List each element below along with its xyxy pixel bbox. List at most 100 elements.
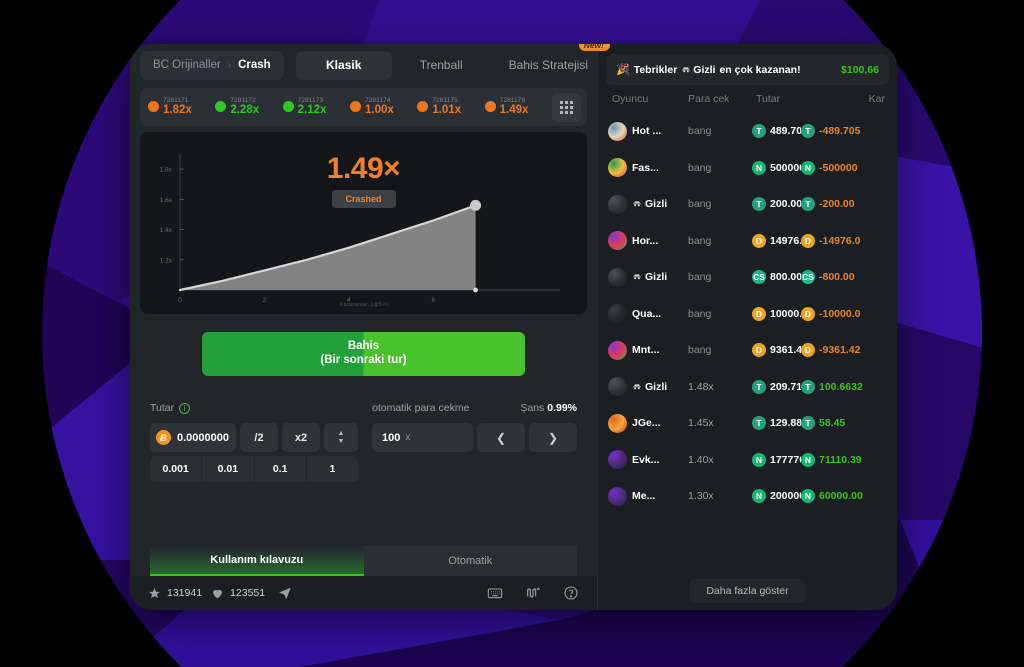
cell-amount: CS 800.00 — [746, 270, 801, 285]
tab-klasik[interactable]: Klasik — [295, 50, 392, 80]
round-history-item[interactable]: 7281172 2.28x — [215, 97, 282, 116]
currency-icon: N — [801, 452, 815, 467]
quick-amount-button[interactable]: 0.1 — [253, 456, 306, 482]
bet-button[interactable]: Bahis (Bir sonraki tur) — [202, 332, 525, 376]
tab-kullanim-kilavuzu[interactable]: Kullanım kılavuzu — [150, 546, 364, 576]
round-history-item[interactable]: 7281176 1.49x — [484, 97, 552, 116]
player-name: Hor... — [632, 234, 659, 247]
currency-icon: N — [752, 452, 766, 467]
amount-value: 14976.00 — [770, 234, 801, 247]
player-name: Gizli — [632, 381, 667, 393]
chevron-left-icon[interactable]: ❮ — [477, 423, 525, 452]
heart-icon — [211, 587, 224, 600]
help-circle-icon[interactable] — [563, 585, 579, 601]
profit-value: -500000 — [819, 161, 858, 174]
cell-profit: D -9361.42 — [801, 343, 885, 358]
app-window: BC Orijinaller › Crash Klasik Trenball B… — [130, 44, 897, 610]
chart-footnote: Kazananlar: 1@5.41 — [340, 302, 390, 308]
keyboard-icon[interactable] — [487, 585, 503, 601]
crash-chart: 1.49× Crashed 1.2x 1.4x 1.6x 1.8x 0246 Kaza… — [140, 132, 587, 314]
likes-stat[interactable]: 123551 — [211, 587, 265, 600]
table-row[interactable]: Mnt...bangD9361.42D-9361.42 — [598, 332, 897, 369]
amount-input[interactable]: Ƀ 0.0000000 — [150, 423, 236, 452]
amount-stepper[interactable]: ▲ ▼ — [324, 423, 358, 452]
incognito-icon — [632, 381, 642, 393]
breadcrumb-root[interactable]: BC Orijinaller — [153, 59, 221, 71]
currency-icon: N — [801, 489, 815, 504]
incognito-icon — [632, 198, 642, 210]
currency-icon: N — [752, 489, 766, 504]
player-name: Fas... — [632, 161, 659, 174]
table-row[interactable]: Gizli1.48xT209.7152T100.6632 — [598, 369, 897, 406]
cell-player: Gizli — [608, 267, 688, 287]
breadcrumb-current: Crash — [238, 59, 271, 71]
round-result-dot — [148, 101, 159, 113]
round-result-dot — [484, 101, 496, 113]
table-row[interactable]: Qua...bangD10000.00D-10000.0 — [598, 296, 897, 333]
table-row[interactable]: Hor...bangD14976.00D-14976.0 — [598, 223, 897, 260]
cell-cashout: 1.40x — [688, 453, 714, 466]
round-history-item[interactable]: 7281171 1.82x — [148, 97, 215, 116]
cell-cashout: 1.48x — [688, 380, 714, 393]
player-name: Gizli — [632, 271, 667, 283]
cell-profit: N -500000 — [801, 160, 885, 175]
halve-amount-button[interactable]: /2 — [240, 423, 278, 452]
info-icon[interactable]: i — [179, 402, 191, 414]
grid-dots-icon[interactable] — [552, 92, 581, 122]
profit-value: -489.705 — [819, 125, 861, 138]
currency-icon: T — [801, 379, 815, 394]
leaderboard-rows: Hot ...bangT489.705T-489.705Fas...bangN5… — [598, 113, 897, 572]
quick-amount-button[interactable]: 1 — [305, 456, 358, 482]
round-history-item[interactable]: 7281174 1.00x — [349, 97, 417, 116]
tab-otomatik-label: Otomatik — [448, 555, 493, 567]
status-bar-right — [487, 585, 579, 601]
chance-value: 0.99% — [547, 402, 577, 414]
paper-plane-icon[interactable] — [278, 586, 292, 600]
star-icon — [148, 587, 161, 600]
tab-trenball[interactable]: Trenball — [402, 51, 481, 80]
avatar — [608, 377, 627, 397]
auto-cashout-label: otomatik para cekme — [372, 402, 470, 414]
round-history-item[interactable]: 7281173 2.12x — [282, 97, 350, 116]
tab-bahis-stratejisi[interactable]: Bahis Stratejisi New! — [491, 44, 610, 80]
table-row[interactable]: JGe...1.45xT129.8889T58.45 — [598, 405, 897, 442]
chevron-right-icon[interactable]: ❯ — [529, 423, 577, 452]
player-name: Gizli — [632, 198, 667, 210]
breadcrumb[interactable]: BC Orijinaller › Crash — [140, 50, 284, 80]
auto-cashout-controls: otomatik para cekme Şans 0.99% 100 x ❮ ❯ — [358, 400, 577, 482]
round-multiplier: 1.01x — [432, 104, 462, 117]
quick-amount-button[interactable]: 0.001 — [150, 456, 202, 482]
tab-otomatik[interactable]: Otomatik — [363, 546, 577, 576]
table-row[interactable]: Gizli bang CS 800.00 CS -800.00 — [598, 259, 897, 296]
player-name: Evk... — [632, 453, 660, 466]
profit-value: -800.00 — [819, 271, 855, 284]
round-history-item[interactable]: 7281175 1.01x — [417, 97, 484, 116]
cell-cashout: bang — [688, 344, 712, 357]
double-amount-button[interactable]: x2 — [282, 423, 320, 452]
favorites-stat[interactable]: 131941 — [148, 587, 202, 600]
quick-amount-row: 0.001 0.01 0.1 1 — [150, 456, 358, 482]
table-row[interactable]: Me...1.30xN200000.0N60000.00 — [598, 478, 897, 515]
cell-amount: D 9361.42 — [746, 343, 801, 358]
bet-panel: Bahis (Bir sonraki tur) Tutar i Ƀ 0.0000… — [130, 314, 597, 576]
table-row[interactable]: Evk...1.40xN177776.0N71110.39 — [598, 442, 897, 479]
round-result-dot — [417, 101, 429, 113]
avatar — [608, 340, 627, 360]
show-more-button[interactable]: Daha fazla göster — [690, 579, 805, 603]
star-count: 131941 — [167, 587, 203, 599]
currency-icon: D — [801, 233, 815, 248]
currency-icon: T — [752, 124, 766, 139]
profit-value: -200.00 — [819, 198, 855, 211]
table-row[interactable]: Hot ...bangT489.705T-489.705 — [598, 113, 897, 150]
trend-line-icon[interactable] — [525, 585, 541, 601]
avatar — [608, 304, 627, 324]
table-row[interactable]: Fas...bangN500000.0N-500000 — [598, 150, 897, 187]
table-row[interactable]: Gizli bang T 200.00 T -200.00 — [598, 186, 897, 223]
round-id: 7281172 — [230, 97, 256, 105]
cashout-value: 100 — [382, 431, 401, 444]
auto-cashout-input[interactable]: 100 x — [372, 423, 473, 452]
currency-icon: T — [801, 124, 815, 139]
leaderboard-column: 🎉 Tebrikler Gizli en çok kazanan! $100,6… — [597, 44, 897, 610]
cell-player: Gizli — [608, 194, 688, 214]
quick-amount-button[interactable]: 0.01 — [201, 456, 254, 482]
